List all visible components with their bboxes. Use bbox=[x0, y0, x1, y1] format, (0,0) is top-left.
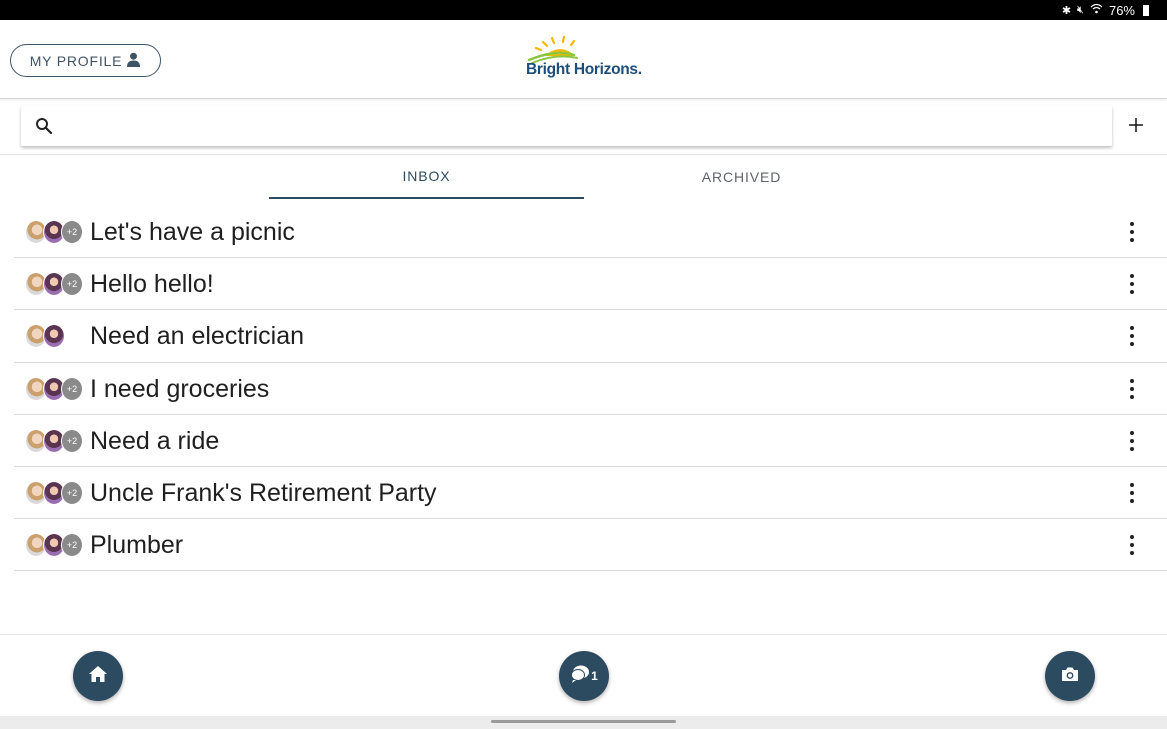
more-vert-icon[interactable] bbox=[1122, 533, 1142, 557]
mute-icon: 🔇︎ bbox=[1077, 3, 1084, 16]
conversation-title: Let's have a picnic bbox=[90, 218, 295, 246]
extra-participants-badge: +2 bbox=[61, 480, 83, 505]
app-header: MY PROFILE Bright Horizons. bbox=[0, 20, 1167, 99]
participant-avatars: +2 bbox=[25, 428, 87, 453]
conversation-title: Need a ride bbox=[90, 426, 220, 455]
list-item[interactable]: +2 I need groceries bbox=[14, 363, 1167, 415]
search-row bbox=[0, 99, 1167, 155]
more-vert-icon[interactable] bbox=[1122, 377, 1142, 401]
inbox-tabs: INBOX ARCHIVED bbox=[0, 155, 1167, 199]
wifi-icon bbox=[1090, 3, 1103, 17]
status-bar: ✱ 🔇︎ 76% bbox=[0, 0, 1167, 20]
conversation-title: Uncle Frank's Retirement Party bbox=[90, 478, 437, 507]
bluetooth-icon: ✱ bbox=[1061, 4, 1072, 17]
home-icon bbox=[88, 664, 108, 689]
tab-inbox[interactable]: INBOX bbox=[269, 155, 584, 199]
more-vert-icon[interactable] bbox=[1122, 481, 1142, 505]
extra-participants-badge: +2 bbox=[61, 220, 83, 244]
my-profile-label: MY PROFILE bbox=[29, 52, 123, 69]
list-item[interactable]: +2 Need a ride bbox=[14, 415, 1167, 467]
search-icon[interactable] bbox=[35, 117, 53, 135]
extra-participants-badge: +2 bbox=[61, 428, 83, 453]
home-button[interactable] bbox=[73, 651, 123, 701]
list-item[interactable]: Need an electrician bbox=[14, 310, 1167, 363]
avatar bbox=[43, 324, 65, 349]
conversation-title: Hello hello! bbox=[90, 270, 214, 299]
more-vert-icon[interactable] bbox=[1122, 324, 1142, 348]
gesture-handle[interactable] bbox=[491, 720, 676, 723]
search-input[interactable] bbox=[67, 106, 1097, 146]
extra-participants-badge: +2 bbox=[61, 376, 83, 401]
person-icon bbox=[126, 52, 141, 70]
camera-icon bbox=[1060, 665, 1080, 688]
my-profile-button[interactable]: MY PROFILE bbox=[10, 44, 161, 77]
more-vert-icon[interactable] bbox=[1122, 429, 1142, 453]
tab-archived[interactable]: ARCHIVED bbox=[584, 155, 899, 199]
conversation-title: Need an electrician bbox=[90, 322, 305, 351]
messages-button[interactable]: 1 bbox=[559, 651, 609, 701]
camera-button[interactable] bbox=[1045, 651, 1095, 701]
participant-avatars: +2 bbox=[25, 272, 87, 297]
list-item[interactable]: +2 Uncle Frank's Retirement Party bbox=[14, 467, 1167, 520]
participant-avatars: +2 bbox=[25, 376, 87, 401]
search-box[interactable] bbox=[21, 106, 1112, 146]
participant-avatars bbox=[25, 324, 87, 349]
list-item[interactable]: +2 Plumber bbox=[14, 519, 1167, 572]
logo-text: Bright Horizons. bbox=[526, 61, 642, 78]
conversation-list: +2 Let's have a picnic +2 Hello hello! N… bbox=[14, 206, 1167, 572]
more-vert-icon[interactable] bbox=[1122, 220, 1142, 244]
list-item[interactable]: +2 Hello hello! bbox=[14, 258, 1167, 311]
participant-avatars: +2 bbox=[25, 220, 87, 244]
list-item[interactable]: +2 Let's have a picnic bbox=[14, 206, 1167, 259]
participant-avatars: +2 bbox=[25, 480, 87, 505]
extra-participants-badge: +2 bbox=[61, 272, 83, 297]
battery-icon bbox=[1143, 4, 1149, 16]
more-vert-icon[interactable] bbox=[1122, 272, 1142, 296]
battery-percent: 76% bbox=[1108, 2, 1135, 18]
conversation-title: Plumber bbox=[90, 531, 184, 560]
messages-count: 1 bbox=[591, 669, 598, 683]
bright-horizons-logo: Bright Horizons. bbox=[526, 34, 644, 84]
chat-icon bbox=[570, 664, 590, 689]
extra-participants-badge: +2 bbox=[61, 533, 83, 558]
system-nav-bar bbox=[0, 716, 1167, 729]
conversation-title: I need groceries bbox=[90, 374, 270, 403]
bottom-nav: 1 bbox=[0, 634, 1167, 716]
participant-avatars: +2 bbox=[25, 533, 87, 558]
add-icon[interactable] bbox=[1124, 113, 1148, 137]
